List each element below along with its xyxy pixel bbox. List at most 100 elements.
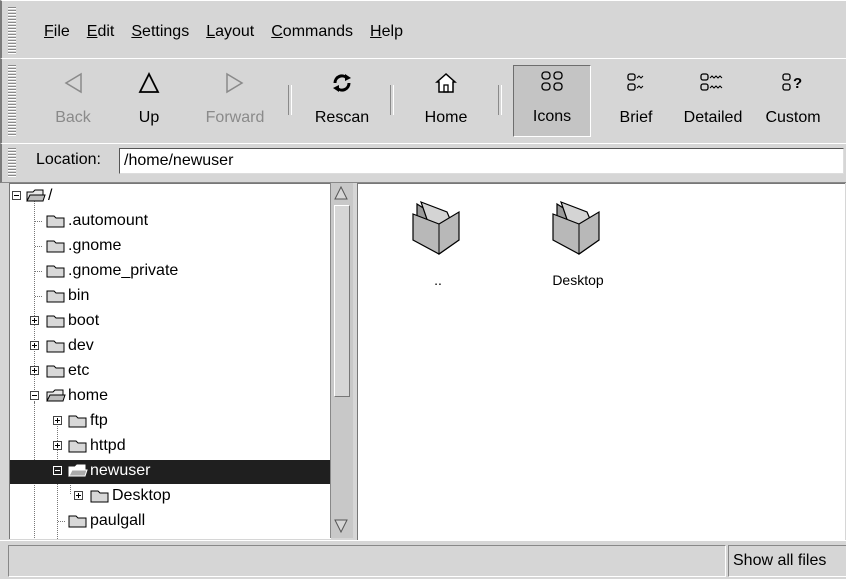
location-grip[interactable] — [8, 148, 16, 178]
detailed-view-button[interactable]: Detailed — [672, 67, 754, 133]
tree-item-label: / — [48, 187, 53, 204]
back-button[interactable]: Back — [42, 67, 104, 133]
folder-icon — [46, 290, 65, 303]
tree-item-label: bin — [68, 287, 90, 304]
tree-branch — [35, 246, 42, 247]
scrollbar-thumb[interactable] — [334, 205, 350, 397]
expand-toggle[interactable] — [30, 316, 39, 325]
back-label: Back — [55, 109, 91, 126]
collapse-toggle[interactable] — [53, 466, 62, 475]
up-button[interactable]: Up — [124, 67, 174, 133]
menubar: File Edit Settings Layout Commands Help — [0, 0, 846, 59]
tree-branch — [35, 221, 42, 222]
directory-tree[interactable]: / .automount .gnome .gnome_private bin b… — [9, 183, 331, 539]
expand-toggle[interactable] — [74, 491, 83, 500]
tree-item-paulgall[interactable]: paulgall — [10, 510, 331, 534]
forward-label: Forward — [205, 109, 265, 126]
tree-item-label: home — [68, 387, 109, 404]
tree-item-newuser[interactable]: newuser — [10, 460, 331, 484]
tree-branch — [35, 271, 42, 272]
tree-item-dev[interactable]: dev — [10, 335, 331, 359]
home-label: Home — [424, 109, 468, 126]
menu-edit[interactable]: Edit — [87, 23, 115, 41]
forward-button[interactable]: Forward — [194, 67, 276, 133]
menubar-grip[interactable] — [8, 7, 16, 55]
folder-icon — [46, 315, 65, 328]
folder-icon — [90, 490, 109, 503]
location-input[interactable] — [119, 148, 844, 174]
custom-view-button[interactable]: ? Custom — [758, 67, 828, 133]
tree-item-gnome-private[interactable]: .gnome_private — [10, 260, 331, 284]
collapse-toggle[interactable] — [30, 391, 39, 400]
menu-commands[interactable]: Commands — [271, 23, 353, 41]
tree-item-root[interactable]: / — [10, 185, 331, 209]
tree-item-boot[interactable]: boot — [10, 310, 331, 334]
show-all-files-status[interactable]: Show all files — [728, 545, 846, 577]
scroll-down-arrow-icon[interactable] — [332, 518, 350, 534]
file-item-label: .. — [434, 272, 442, 288]
tree-item-desktop[interactable]: Desktop — [10, 485, 331, 509]
tree-item-home[interactable]: home — [10, 385, 331, 409]
file-item-parent[interactable]: .. — [378, 198, 498, 288]
detailed-label: Detailed — [683, 109, 743, 126]
folder-icon — [46, 240, 65, 253]
rescan-button[interactable]: Rescan — [302, 67, 382, 133]
tree-item-httpd[interactable]: httpd — [10, 435, 331, 459]
tree-item-automount[interactable]: .automount — [10, 210, 331, 234]
toolbar: Back Up Forward Rescan Home Icons Brief … — [0, 58, 846, 144]
menu-layout[interactable]: Layout — [206, 23, 254, 41]
home-button[interactable]: Home — [408, 67, 484, 133]
file-manager-window: File Edit Settings Layout Commands Help … — [0, 0, 846, 579]
menu-file[interactable]: File — [44, 23, 70, 41]
folder-icon — [68, 515, 87, 528]
forward-arrow-icon — [194, 71, 276, 99]
expand-toggle[interactable] — [53, 416, 62, 425]
tree-item-label: httpd — [90, 437, 126, 454]
status-right-label: Show all files — [733, 552, 827, 569]
menu-settings[interactable]: Settings — [131, 23, 189, 41]
toolbar-separator — [498, 85, 502, 115]
rescan-icon — [302, 71, 382, 99]
custom-view-icon: ? — [758, 71, 828, 99]
toolbar-grip[interactable] — [8, 65, 16, 137]
tree-item-label: etc — [68, 362, 90, 379]
open-folder-icon — [26, 189, 46, 202]
tree-item-gnome[interactable]: .gnome — [10, 235, 331, 259]
icons-label: Icons — [532, 108, 572, 125]
tree-item-label: dev — [68, 337, 94, 354]
folder-icon — [412, 200, 460, 255]
expand-toggle[interactable] — [53, 441, 62, 450]
back-arrow-icon — [42, 71, 104, 99]
tree-item-label: boot — [68, 312, 100, 329]
expand-toggle[interactable] — [30, 341, 39, 350]
home-icon — [408, 71, 484, 99]
tree-item-label: Desktop — [112, 487, 171, 504]
svg-text:?: ? — [793, 75, 802, 92]
menu-help[interactable]: Help — [370, 23, 403, 41]
expand-toggle[interactable] — [30, 366, 39, 375]
tree-item-label: paulgall — [90, 512, 146, 529]
brief-view-icon — [606, 71, 666, 99]
tree-item-ftp[interactable]: ftp — [10, 410, 331, 434]
scroll-up-arrow-icon[interactable] — [332, 185, 350, 201]
icons-view-button[interactable]: Icons — [513, 65, 591, 137]
toolbar-separator — [390, 85, 394, 115]
tree-item-label: .automount — [68, 212, 149, 229]
file-icon-view[interactable]: .. Desktop — [357, 183, 845, 541]
tree-item-bin[interactable]: bin — [10, 285, 331, 309]
status-bar: Show all files — [0, 540, 846, 579]
folder-icon — [46, 365, 65, 378]
folder-icon — [46, 215, 65, 228]
custom-label: Custom — [765, 109, 821, 126]
tree-item-etc[interactable]: etc — [10, 360, 331, 384]
brief-label: Brief — [619, 109, 653, 126]
toolbar-separator — [288, 85, 292, 115]
file-item-desktop[interactable]: Desktop — [518, 198, 638, 288]
folder-icon — [46, 340, 65, 353]
collapse-toggle[interactable] — [12, 191, 21, 200]
tree-scrollbar[interactable] — [330, 183, 353, 538]
detailed-view-icon — [672, 71, 754, 99]
location-label: Location: — [36, 151, 101, 168]
brief-view-button[interactable]: Brief — [606, 67, 666, 133]
open-folder-icon — [68, 464, 88, 477]
